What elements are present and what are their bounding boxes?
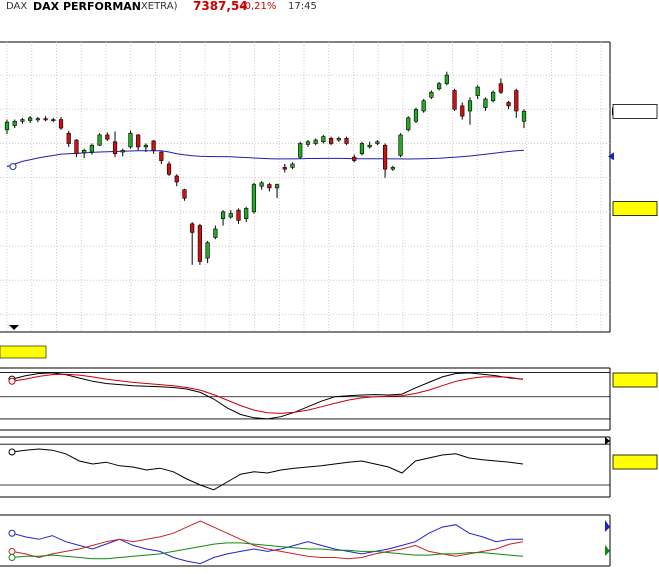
candle-body: [143, 144, 148, 148]
candle-body: [12, 120, 17, 126]
candle-body: [359, 143, 365, 155]
indicator-tag-box: [612, 454, 658, 470]
candle-body: [244, 208, 249, 220]
candle-body: [467, 100, 473, 112]
candle-body: [506, 102, 511, 107]
indicator-line: [11, 542, 524, 560]
candle-body: [521, 111, 527, 122]
candle-body: [82, 150, 87, 154]
series-end-marker: [605, 437, 610, 445]
series-end-marker: [605, 545, 610, 556]
indicator-start-marker: [8, 547, 16, 555]
candle-body: [352, 156, 357, 161]
candle-body: [112, 141, 118, 155]
candle-body: [51, 119, 56, 122]
period-tag-box: [0, 345, 47, 359]
candle-body: [437, 83, 442, 90]
candle-body: [4, 121, 10, 131]
candle-body: [66, 132, 71, 144]
candle-body: [290, 163, 295, 168]
candle-body: [128, 132, 133, 148]
candle-body: [475, 86, 480, 96]
candle-body: [220, 211, 226, 220]
indicator-line: [11, 372, 524, 420]
candle-body: [58, 119, 64, 129]
candle-body: [390, 167, 395, 170]
candle-body: [182, 189, 187, 199]
candle-body: [174, 175, 179, 183]
indicator-line: [11, 524, 523, 565]
candle-body: [305, 141, 311, 145]
candle-body: [105, 134, 110, 140]
candle-body: [429, 91, 434, 98]
indicator-tag-box: [612, 372, 658, 388]
candle-body: [313, 139, 318, 144]
candle-body: [274, 184, 280, 189]
indicator-start-marker: [8, 554, 16, 561]
candle-body: [159, 151, 164, 161]
last-price-tag-box: [612, 104, 658, 119]
indicator-start-marker: [8, 448, 16, 456]
candle-body: [413, 108, 419, 122]
candle-body: [136, 134, 141, 148]
candle-body: [35, 118, 40, 121]
indicator-line: [11, 448, 524, 491]
candle-body: [151, 140, 156, 151]
candle-body: [383, 144, 388, 170]
candle-body: [166, 163, 172, 175]
candle-body: [259, 182, 264, 187]
candle-body: [375, 141, 380, 144]
indicator-start-marker: [8, 529, 16, 537]
indicator-start-marker: [8, 377, 16, 385]
candle-body: [321, 136, 326, 143]
candle-body: [43, 118, 48, 121]
candle-body: [197, 225, 203, 262]
candle-body: [444, 74, 449, 84]
candle-body: [236, 209, 241, 221]
candle-body: [97, 134, 102, 146]
candle-body: [367, 144, 372, 148]
candle-body: [344, 138, 349, 144]
candle-body: [228, 213, 233, 218]
candle-body: [498, 83, 503, 93]
candle-body: [398, 134, 403, 156]
ma-tag-box: [612, 201, 658, 217]
stock-chart[interactable]: [0, 0, 659, 574]
candle-body: [460, 105, 465, 117]
candle-body: [267, 184, 272, 189]
candle-body: [514, 90, 519, 112]
candle-body: [213, 228, 218, 238]
candle-body: [421, 100, 426, 112]
candle-body: [491, 91, 496, 102]
candle-body: [328, 138, 334, 144]
candle-body: [336, 138, 341, 141]
candle-body: [190, 223, 195, 233]
scroll-arrow-icon: [9, 325, 19, 330]
candle-body: [406, 117, 411, 131]
candle-body: [74, 139, 79, 155]
series-end-marker: [605, 520, 610, 532]
candle-body: [20, 119, 25, 122]
ma-start-marker: [9, 163, 17, 171]
candle-body: [282, 167, 287, 170]
candle-body: [89, 144, 94, 153]
candle-body: [483, 98, 488, 108]
candle-body: [251, 184, 257, 213]
axis-strip: [610, 0, 659, 574]
candle-body: [452, 90, 457, 110]
candle-body: [298, 143, 303, 158]
candle-body: [120, 150, 125, 153]
candle-body: [28, 117, 33, 121]
candle-body: [205, 242, 210, 259]
